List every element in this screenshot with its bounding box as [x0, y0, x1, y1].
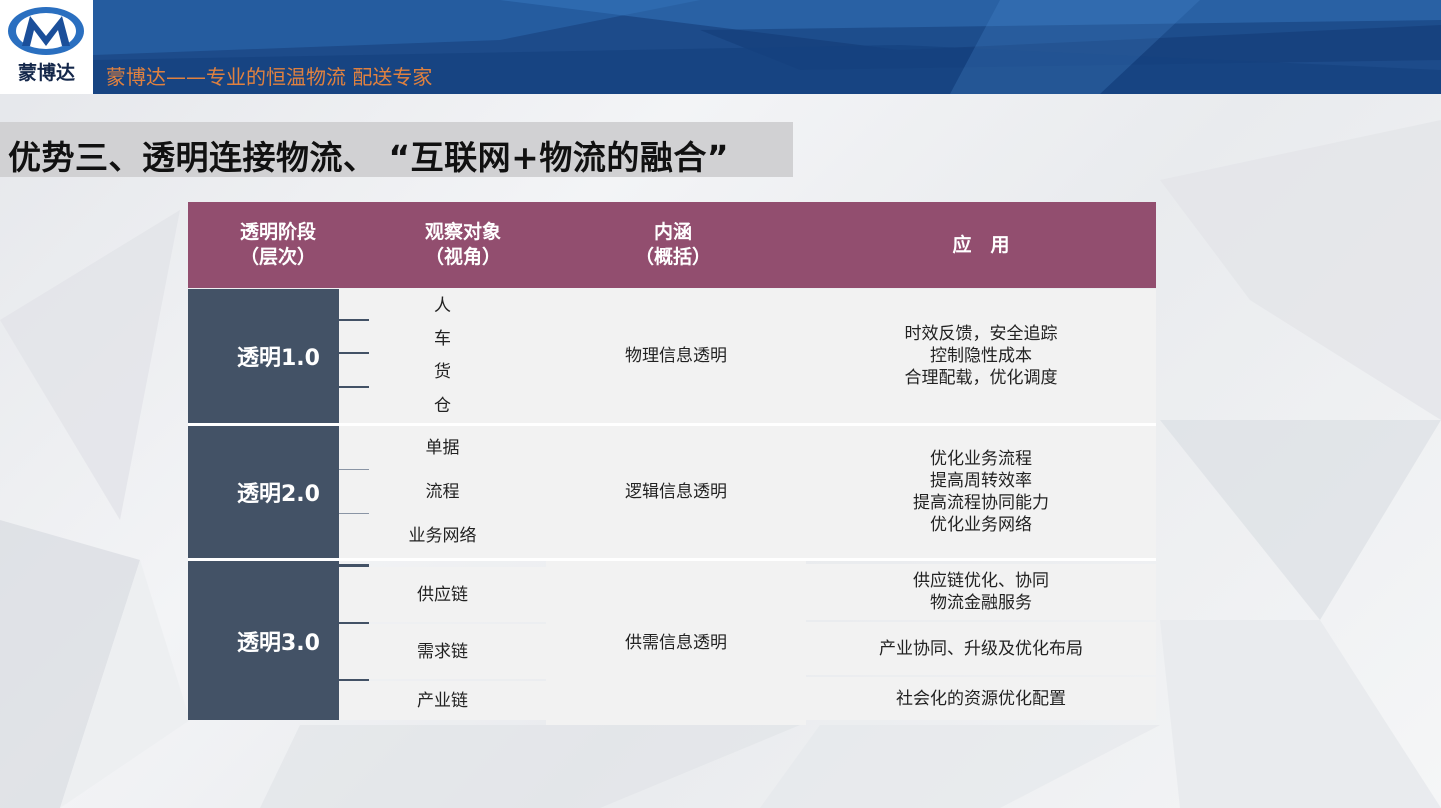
stage-cell: 透明1.0 [188, 289, 339, 423]
row-divider [339, 564, 369, 567]
header-objects: 观察对象 （视角） [424, 221, 501, 268]
object-cell: 流程 [339, 470, 546, 514]
object-cell: 车 [339, 322, 546, 355]
stage-cell: 透明2.0 [188, 426, 339, 558]
object-cell: 人 [339, 289, 546, 322]
application-cell: 供应链优化、协同 物流金融服务 [806, 564, 1156, 620]
application-cell: 社会化的资源优化配置 [806, 677, 1156, 720]
row-divider [339, 622, 369, 624]
meaning-cell: 逻辑信息透明 [546, 426, 806, 558]
object-cell: 货 [339, 355, 546, 389]
title-bar: 优势三、透明连接物流、 “互联网+物流的融合” [0, 122, 793, 177]
stage-cell: 透明3.0 [188, 561, 339, 720]
header-tagline: 蒙博达——专业的恒温物流 配送专家 [106, 65, 433, 89]
object-cell: 业务网络 [339, 514, 546, 558]
logo-mark-icon [8, 7, 84, 55]
header-meaning: 内涵 （概括） [634, 221, 711, 268]
row-divider [339, 319, 369, 321]
page-title: 优势三、透明连接物流、 “互联网+物流的融合” [8, 138, 730, 177]
object-cell: 供应链 [339, 567, 546, 622]
row-divider [339, 513, 369, 514]
meaning-cell: 物理信息透明 [546, 289, 806, 423]
header-stage: 透明阶段 （层次） [239, 221, 316, 268]
application-cell: 产业协同、升级及优化布局 [806, 622, 1156, 675]
logo: 蒙博达 [0, 0, 93, 94]
object-cell: 单据 [339, 426, 546, 470]
header-application: 应 用 [952, 233, 1010, 256]
row-divider [339, 469, 369, 470]
logo-text: 蒙博达 [17, 62, 75, 84]
meaning-cell: 供需信息透明 [546, 561, 806, 725]
object-cell: 需求链 [339, 624, 546, 679]
row-divider [339, 386, 369, 388]
application-cell: 时效反馈，安全追踪 控制隐性成本 合理配载，优化调度 [806, 289, 1156, 423]
transparency-table: 透明阶段 （层次） 观察对象 （视角） 内涵 （概括） 应 用 透明1.0 人 车 货… [188, 202, 1156, 725]
row-divider [339, 352, 369, 354]
object-cell: 产业链 [339, 681, 546, 720]
table-header: 透明阶段 （层次） 观察对象 （视角） 内涵 （概括） 应 用 [188, 202, 1156, 288]
application-cell: 优化业务流程 提高周转效率 提高流程协同能力 优化业务网络 [806, 426, 1156, 558]
object-cell: 仓 [339, 389, 546, 423]
row-divider [339, 679, 369, 681]
